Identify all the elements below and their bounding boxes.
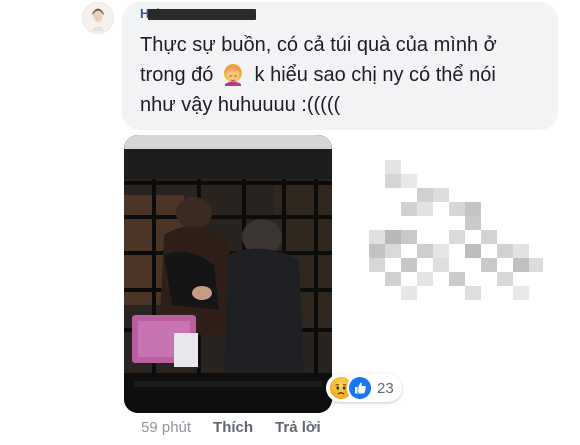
comment-footer: 59 phút Thích Trả lời — [141, 419, 321, 436]
comment-timestamp[interactable]: 59 phút — [141, 419, 191, 436]
comment-attached-photo[interactable] — [124, 135, 332, 413]
reaction-summary[interactable]: 23 — [326, 374, 402, 402]
commenter-avatar[interactable] — [82, 2, 114, 34]
reaction-count: 23 — [377, 379, 394, 397]
pixelated-sticker-image — [369, 160, 543, 300]
reply-button[interactable]: Trả lời — [275, 419, 321, 436]
comment-text-line-3: như vậy huhuuuu :((((( — [140, 94, 341, 116]
comment-text: Thực sự buồn, có cả túi quà của mình ở t… — [140, 30, 542, 120]
author-name-redaction — [148, 9, 256, 20]
comment-bubble: H ớ Thực sự buồn, có cả túi quà của mình… — [122, 2, 558, 130]
comment-text-line-1: Thực sự buồn, có cả túi quà của mình ở — [140, 34, 497, 56]
car-interior-photo — [124, 135, 332, 413]
avatar-photo — [83, 3, 113, 33]
like-button[interactable]: Thích — [213, 419, 253, 436]
comment-text-line-2a: trong đó — [140, 64, 214, 86]
comment-text-line-2b: k hiểu sao chị ny có thể nói — [254, 64, 496, 86]
like-reaction-icon — [347, 375, 373, 401]
woman-facepalming-emoji-icon — [221, 62, 245, 86]
comment-author[interactable]: H ớ — [140, 6, 542, 24]
blurred-sticker — [365, 160, 545, 310]
